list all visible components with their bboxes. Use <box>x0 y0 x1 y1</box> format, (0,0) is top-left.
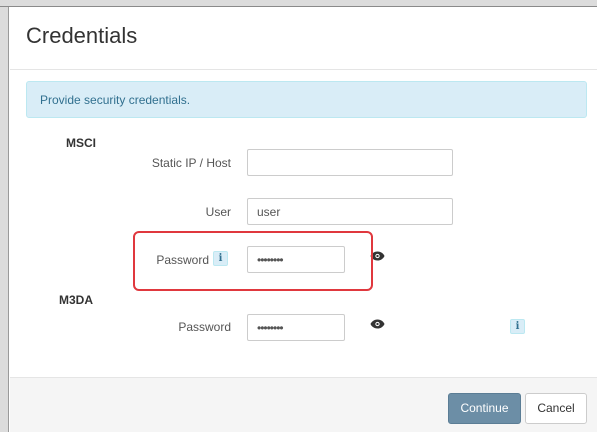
m3da-password-info-icon[interactable]: i <box>510 319 525 334</box>
msci-user-label: User <box>205 205 231 219</box>
m3da-password-input[interactable] <box>247 314 345 341</box>
dialog-title: Credentials <box>26 23 138 48</box>
alert-text: Provide security credentials. <box>40 93 191 107</box>
dialog-header: Credentials <box>10 8 597 70</box>
dialog-footer: Continue Cancel <box>10 377 597 432</box>
credentials-dialog: Credentials Provide security credentials… <box>10 8 597 432</box>
continue-button[interactable]: Continue <box>448 393 521 424</box>
m3da-section-title: M3DA <box>59 293 94 307</box>
m3da-show-password-eye-icon[interactable] <box>370 319 385 329</box>
msci-user-input[interactable] <box>247 198 453 225</box>
password-highlight-box <box>133 231 373 291</box>
msci-section-title: MSCI <box>66 136 96 150</box>
cancel-button[interactable]: Cancel <box>525 393 587 424</box>
info-alert: Provide security credentials. <box>26 81 587 118</box>
msci-host-input[interactable] <box>247 149 453 176</box>
m3da-password-label: Password <box>178 320 231 334</box>
background-window-edge-left <box>0 0 9 432</box>
msci-host-label: Static IP / Host <box>151 156 231 170</box>
background-window-edge-top <box>0 0 597 7</box>
